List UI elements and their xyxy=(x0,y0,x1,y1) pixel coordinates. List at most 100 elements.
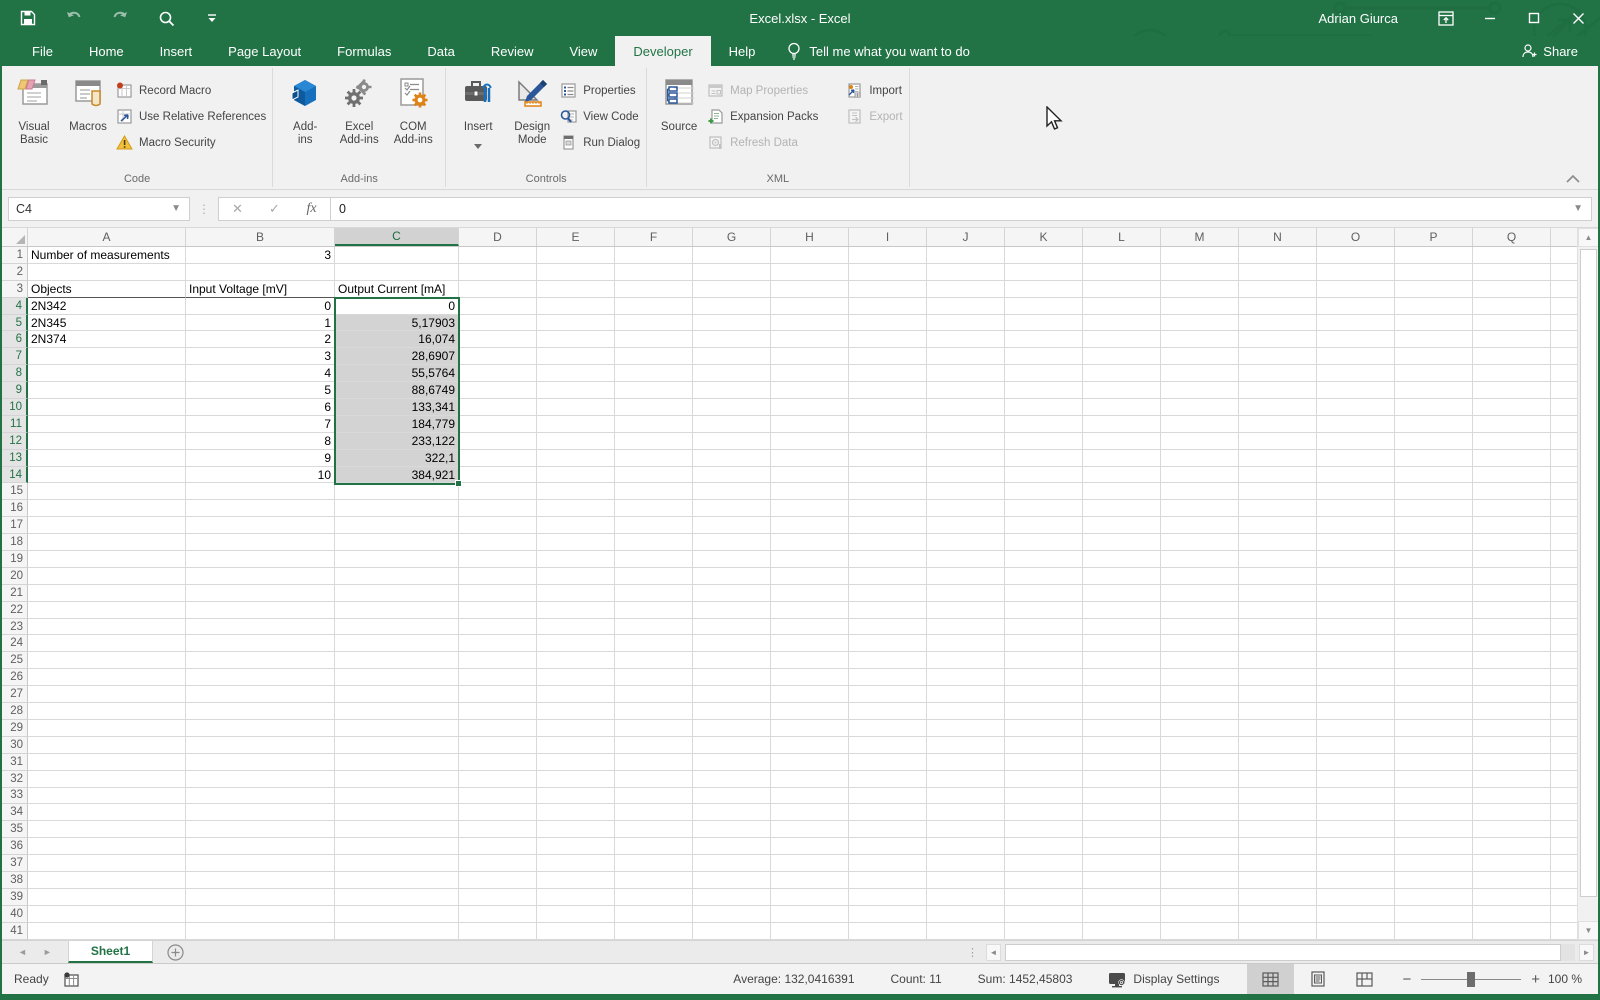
cell-E19[interactable] xyxy=(537,551,615,568)
cell-Q5[interactable] xyxy=(1473,314,1551,332)
cell-B4[interactable]: 0 xyxy=(186,297,335,315)
cell-J40[interactable] xyxy=(927,905,1005,923)
cell-N20[interactable] xyxy=(1239,567,1317,585)
cell-H6[interactable] xyxy=(771,331,849,349)
cell-F31[interactable] xyxy=(615,753,693,771)
cell-J24[interactable] xyxy=(927,635,1005,653)
cell-Q35[interactable] xyxy=(1473,821,1551,839)
cell-D35[interactable] xyxy=(459,821,537,839)
cell-M21[interactable] xyxy=(1161,584,1239,602)
cell-L41[interactable] xyxy=(1083,922,1161,940)
cell-D28[interactable] xyxy=(459,703,537,720)
cell-G38[interactable] xyxy=(693,871,771,889)
cell-partial-5[interactable] xyxy=(1551,315,1577,332)
row-header-30[interactable]: 30 xyxy=(2,736,28,754)
cell-partial-41[interactable] xyxy=(1551,923,1577,940)
row-header-31[interactable]: 31 xyxy=(2,753,28,771)
cell-C11[interactable]: 184,779 xyxy=(335,415,459,433)
cell-Q9[interactable] xyxy=(1473,382,1551,400)
column-header-A[interactable]: A xyxy=(28,228,186,246)
cell-C7[interactable]: 28,6907 xyxy=(335,348,459,366)
cell-C2[interactable] xyxy=(335,263,459,281)
cell-C28[interactable] xyxy=(335,703,459,720)
cell-N10[interactable] xyxy=(1239,399,1317,416)
cell-partial-34[interactable] xyxy=(1551,804,1577,822)
cell-Q26[interactable] xyxy=(1473,669,1551,687)
cell-A8[interactable] xyxy=(28,365,186,383)
cell-I13[interactable] xyxy=(849,449,927,467)
cell-G24[interactable] xyxy=(693,635,771,653)
cell-B2[interactable] xyxy=(186,263,335,281)
cell-E6[interactable] xyxy=(537,331,615,349)
row-header-23[interactable]: 23 xyxy=(2,618,28,636)
cell-A15[interactable] xyxy=(28,483,186,501)
cell-I19[interactable] xyxy=(849,551,927,568)
cell-J22[interactable] xyxy=(927,601,1005,619)
cell-G33[interactable] xyxy=(693,787,771,805)
cell-L14[interactable] xyxy=(1083,466,1161,484)
cell-P2[interactable] xyxy=(1395,263,1473,281)
cell-M31[interactable] xyxy=(1161,753,1239,771)
macro-security-button[interactable]: Macro Security xyxy=(116,134,266,151)
row-header-6[interactable]: 6 xyxy=(2,331,28,349)
cell-J6[interactable] xyxy=(927,331,1005,349)
cell-L21[interactable] xyxy=(1083,584,1161,602)
cell-J32[interactable] xyxy=(927,770,1005,788)
cell-N27[interactable] xyxy=(1239,686,1317,704)
cell-A22[interactable] xyxy=(28,601,186,619)
cell-K13[interactable] xyxy=(1005,449,1083,467)
cell-P39[interactable] xyxy=(1395,888,1473,906)
row-header-19[interactable]: 19 xyxy=(2,551,28,568)
cell-B32[interactable] xyxy=(186,770,335,788)
cell-A12[interactable] xyxy=(28,432,186,450)
cell-A39[interactable] xyxy=(28,888,186,906)
cell-partial-28[interactable] xyxy=(1551,703,1577,720)
cell-L36[interactable] xyxy=(1083,838,1161,856)
cell-Q3[interactable] xyxy=(1473,280,1551,298)
cell-partial-4[interactable] xyxy=(1551,298,1577,315)
cell-J31[interactable] xyxy=(927,753,1005,771)
cell-H29[interactable] xyxy=(771,719,849,737)
row-header-25[interactable]: 25 xyxy=(2,652,28,670)
cell-K17[interactable] xyxy=(1005,517,1083,535)
cell-G22[interactable] xyxy=(693,601,771,619)
cell-O2[interactable] xyxy=(1317,263,1395,281)
cell-B40[interactable] xyxy=(186,905,335,923)
prev-sheet-icon[interactable]: ◄ xyxy=(18,947,27,957)
cell-partial-37[interactable] xyxy=(1551,855,1577,872)
cell-I6[interactable] xyxy=(849,331,927,349)
cell-E37[interactable] xyxy=(537,855,615,872)
cell-D27[interactable] xyxy=(459,686,537,704)
cell-J28[interactable] xyxy=(927,703,1005,720)
cell-O15[interactable] xyxy=(1317,483,1395,501)
cell-E38[interactable] xyxy=(537,871,615,889)
cell-I2[interactable] xyxy=(849,263,927,281)
cell-D22[interactable] xyxy=(459,601,537,619)
cell-C6[interactable]: 16,074 xyxy=(335,331,459,349)
cell-partial-3[interactable] xyxy=(1551,281,1577,298)
cell-E8[interactable] xyxy=(537,365,615,383)
cell-I30[interactable] xyxy=(849,736,927,754)
cell-I14[interactable] xyxy=(849,466,927,484)
column-header-C[interactable]: C xyxy=(335,228,459,246)
cell-I4[interactable] xyxy=(849,297,927,315)
cell-D17[interactable] xyxy=(459,517,537,535)
cell-Q22[interactable] xyxy=(1473,601,1551,619)
cell-D2[interactable] xyxy=(459,263,537,281)
cell-P7[interactable] xyxy=(1395,348,1473,366)
cell-F29[interactable] xyxy=(615,719,693,737)
cell-partial-27[interactable] xyxy=(1551,686,1577,704)
row-header-16[interactable]: 16 xyxy=(2,500,28,518)
cell-H1[interactable] xyxy=(771,247,849,264)
cell-F11[interactable] xyxy=(615,415,693,433)
cell-L39[interactable] xyxy=(1083,888,1161,906)
cell-O37[interactable] xyxy=(1317,855,1395,872)
cell-G2[interactable] xyxy=(693,263,771,281)
cell-A10[interactable] xyxy=(28,399,186,416)
cell-A17[interactable] xyxy=(28,517,186,535)
cell-B41[interactable] xyxy=(186,922,335,940)
cell-Q37[interactable] xyxy=(1473,855,1551,872)
cell-D32[interactable] xyxy=(459,770,537,788)
cell-F41[interactable] xyxy=(615,922,693,940)
row-header-14[interactable]: 14 xyxy=(2,466,28,484)
